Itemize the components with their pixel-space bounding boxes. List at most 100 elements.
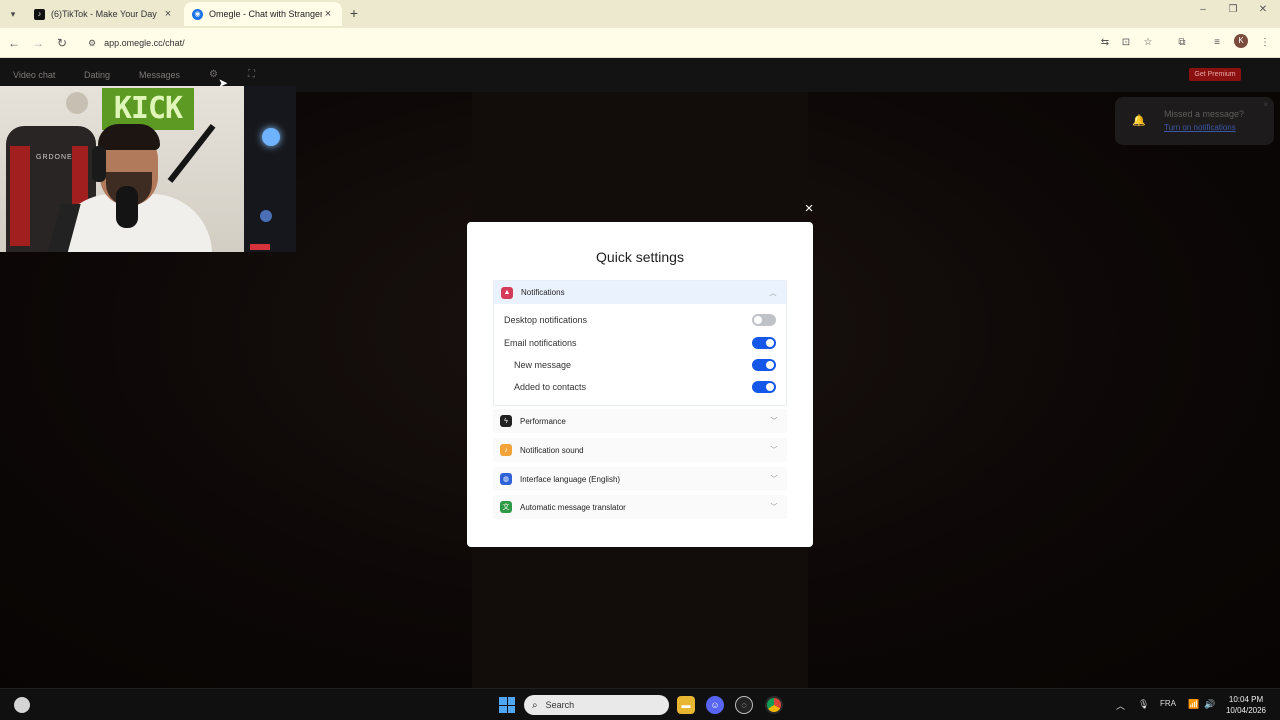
desktop-notifications-toggle[interactable] <box>752 314 776 326</box>
translate-page-icon[interactable]: ⇆ <box>1097 35 1113 51</box>
setting-email-notifications: Email notifications <box>504 337 776 349</box>
bell-icon: 🔔 <box>1132 115 1146 127</box>
setting-desktop-notifications: Desktop notifications <box>504 314 776 326</box>
webcam-chair-text: GRDONE <box>36 154 73 161</box>
setting-label: Email notifications <box>504 338 577 348</box>
url-text: app.omegle.cc/chat/ <box>104 38 185 48</box>
section-title: Performance <box>520 416 566 426</box>
omegle-favicon-icon: ◉ <box>192 8 203 20</box>
install-app-icon[interactable]: ⊡ <box>1118 35 1134 51</box>
mouse-cursor-icon: ➤ <box>218 76 229 90</box>
section-title: Interface language (English) <box>520 474 621 484</box>
modal-title: Quick settings <box>596 249 684 265</box>
language-indicator[interactable]: FRA <box>1160 699 1176 708</box>
system-clock[interactable]: 10:04 PM 10/04/2026 <box>1221 694 1271 716</box>
setting-label: Desktop notifications <box>504 315 588 325</box>
minimize-icon[interactable]: – <box>1188 4 1218 15</box>
webcam-headset <box>92 146 106 182</box>
extensions-icon[interactable]: ⧉ <box>1174 35 1190 51</box>
section-title: Notification sound <box>520 445 584 455</box>
toast-close-icon[interactable]: × <box>1263 100 1268 109</box>
wifi-icon[interactable]: 📶 <box>1188 699 1199 710</box>
tab-close-icon[interactable]: × <box>162 8 174 20</box>
section-interface-language[interactable]: ◍ Interface language (English) ﹀ <box>493 467 787 491</box>
back-icon[interactable]: ← <box>6 35 22 51</box>
app-icon[interactable]: ◌ <box>735 696 753 714</box>
browser-toolbar: ← → ↻ ⚙ app.omegle.cc/chat/ ⇆ ⊡ ☆ ⧉ ≡ ⋮ <box>0 28 1280 58</box>
reading-list-icon[interactable]: ≡ <box>1209 35 1225 51</box>
weather-widget-icon[interactable] <box>14 697 30 713</box>
section-notification-sound[interactable]: ♪ Notification sound ﹀ <box>493 438 787 462</box>
volume-icon[interactable]: 🔊 <box>1204 699 1215 710</box>
toast-title: Missed a message? <box>1164 109 1245 119</box>
nav-video-chat[interactable]: Video chat <box>13 70 55 80</box>
start-button[interactable] <box>499 697 515 713</box>
microphone-icon[interactable]: 🎙 <box>1138 699 1149 710</box>
webcam-person-hair <box>98 124 160 150</box>
tab-search-dropdown[interactable]: ▾ <box>4 5 22 23</box>
quick-settings-modal: Quick settings ▲ Notifications ︿ Desktop… <box>467 222 813 547</box>
setting-added-to-contacts: Added to contacts <box>514 381 776 393</box>
nav-dating[interactable]: Dating <box>84 70 110 80</box>
section-message-translator[interactable]: 文 Automatic message translator ﹀ <box>493 495 787 519</box>
section-performance[interactable]: ϟ Performance ﹀ <box>493 409 787 433</box>
close-window-icon[interactable]: ✕ <box>1248 4 1278 15</box>
bell-icon: ▲ <box>501 286 513 299</box>
chrome-icon[interactable] <box>765 696 783 714</box>
tab-close-icon[interactable]: × <box>322 8 334 20</box>
email-notifications-toggle[interactable] <box>752 337 776 349</box>
setting-label: New message <box>514 360 572 370</box>
os-taskbar: ⌕ Search ▬ ☺ ◌ ︿ 🎙 FRA 📶 🔊 10:04 PM 10/0… <box>0 688 1280 720</box>
chevron-down-icon: ﹀ <box>770 418 778 425</box>
address-bar[interactable]: ⚙ app.omegle.cc/chat/ <box>80 32 1090 54</box>
chevron-down-icon: ﹀ <box>770 504 778 511</box>
section-notifications: ▲ Notifications ︿ Desktop notifications … <box>493 280 787 406</box>
clock-time: 10:04 PM <box>1228 695 1264 704</box>
search-placeholder: Search <box>545 700 575 710</box>
bookmark-star-icon[interactable]: ☆ <box>1140 35 1156 51</box>
browser-tab-bar: ▾ ♪ (6)TikTok - Make Your Day × ◉ Omegle… <box>0 0 1280 28</box>
tray-overflow-icon[interactable]: ︿ <box>1116 699 1125 712</box>
settings-gear-icon[interactable]: ⚙ <box>209 69 218 80</box>
discord-icon[interactable]: ☺ <box>706 696 724 714</box>
webcam-wall-frame <box>66 92 88 114</box>
search-icon: ⌕ <box>532 699 538 711</box>
added-to-contacts-toggle[interactable] <box>752 381 776 393</box>
section-title: Notifications <box>521 288 565 297</box>
tab-omegle[interactable]: ◉ Omegle - Chat with Strangers × <box>184 2 342 26</box>
chevron-down-icon: ﹀ <box>770 447 778 454</box>
new-message-toggle[interactable] <box>752 359 776 371</box>
turn-on-notifications-link[interactable]: Turn on notifications <box>1164 123 1236 132</box>
webcam-chair-accent <box>10 146 30 246</box>
tiktok-favicon-icon: ♪ <box>34 8 45 20</box>
webcam-pc-case <box>244 86 296 252</box>
webcam-pc-fan-light <box>260 210 272 222</box>
site-info-icon[interactable]: ⚙ <box>88 38 96 49</box>
translate-icon: 文 <box>500 501 512 513</box>
forward-icon[interactable]: → <box>30 35 46 51</box>
lightning-icon: ϟ <box>500 415 512 427</box>
file-explorer-icon[interactable]: ▬ <box>677 696 695 714</box>
nav-messages[interactable]: Messages <box>139 70 180 80</box>
setting-label: Added to contacts <box>514 382 587 392</box>
globe-icon: ◍ <box>500 473 512 485</box>
profile-avatar[interactable]: K <box>1234 34 1248 48</box>
webcam-led-strip <box>250 244 270 250</box>
speaker-icon: ♪ <box>500 444 512 456</box>
new-tab-button[interactable]: + <box>346 5 362 21</box>
clock-date: 10/04/2026 <box>1225 706 1267 715</box>
webcam-microphone <box>116 186 138 228</box>
modal-close-button[interactable]: × <box>801 201 817 217</box>
taskbar-search[interactable]: ⌕ Search <box>524 695 669 715</box>
fullscreen-icon[interactable]: ⛶ <box>248 69 255 80</box>
maximize-icon[interactable]: ❐ <box>1218 4 1248 15</box>
webcam-pc-fan-light <box>262 128 280 146</box>
more-menu-icon[interactable]: ⋮ <box>1257 35 1273 51</box>
chevron-down-icon: ﹀ <box>770 476 778 483</box>
tab-tiktok[interactable]: ♪ (6)TikTok - Make Your Day × <box>26 2 182 26</box>
section-header-notifications[interactable]: ▲ Notifications ︿ <box>494 281 786 304</box>
get-premium-button[interactable]: Get Premium <box>1189 68 1241 81</box>
self-webcam-preview: KICK GRDONE <box>0 86 296 252</box>
reload-icon[interactable]: ↻ <box>54 35 70 51</box>
missed-message-toast: 🔔 Missed a message? Turn on notification… <box>1115 97 1274 145</box>
